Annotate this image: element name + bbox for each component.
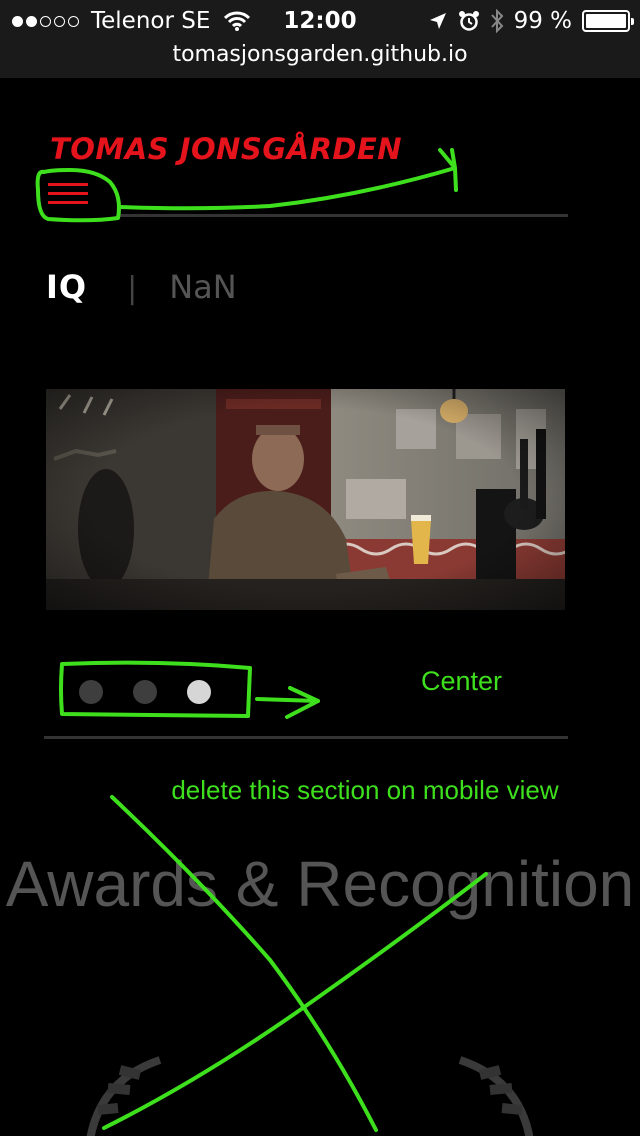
- battery-percent: 99 %: [513, 8, 572, 34]
- project-tabs: IQ | NaN: [46, 268, 237, 306]
- bluetooth-icon: [490, 9, 503, 33]
- laurel-right-icon: [458, 1056, 534, 1136]
- film-still-image[interactable]: [46, 389, 565, 610]
- location-arrow-icon: [429, 13, 446, 29]
- tab-iq[interactable]: IQ: [46, 268, 87, 306]
- laurel-left-icon: [86, 1056, 162, 1136]
- section-divider: [44, 736, 568, 739]
- annotation-center-label: Center: [421, 666, 503, 696]
- header-divider: [118, 214, 568, 217]
- site-brand-logo[interactable]: TOMAS JONSGÅRDEN: [50, 132, 402, 166]
- url-text: tomasjonsgarden.github.io: [172, 42, 468, 67]
- status-right: 99 %: [428, 8, 634, 34]
- annotation-delete-note: delete this section on mobile view: [171, 775, 559, 805]
- url-bar[interactable]: tomasjonsgarden.github.io: [0, 40, 640, 78]
- battery-icon: [582, 10, 634, 32]
- alarm-clock-icon: [458, 11, 479, 31]
- film-still-scene: [46, 389, 565, 610]
- slider-dot[interactable]: [79, 680, 103, 704]
- hamburger-menu-icon[interactable]: [48, 183, 88, 207]
- tab-separator: |: [127, 271, 138, 306]
- tab-nan[interactable]: NaN: [169, 268, 236, 306]
- slider-dot[interactable]: [187, 680, 211, 704]
- awards-section-title: Awards & Recognition: [5, 848, 635, 920]
- annotation-dots-arrow: [255, 686, 320, 719]
- status-bar: Telenor SE 12:00 99 %: [0, 0, 640, 40]
- slider-dot[interactable]: [133, 680, 157, 704]
- slider-pager: [79, 680, 211, 704]
